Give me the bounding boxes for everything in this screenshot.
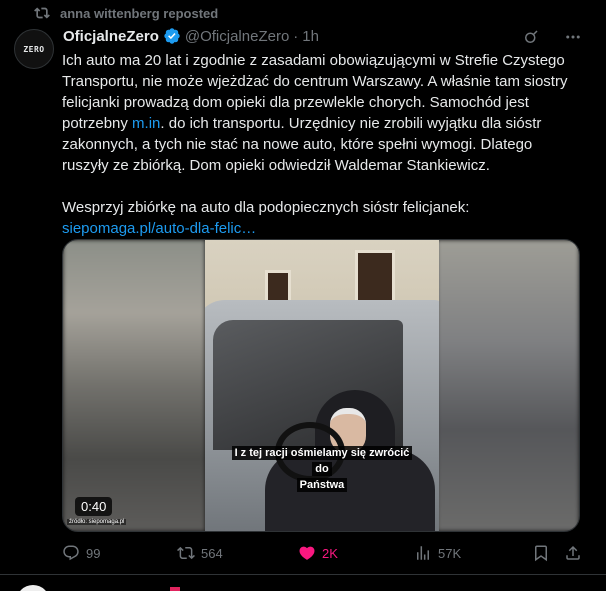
reply-icon (63, 545, 79, 561)
like-button[interactable]: 2K (298, 542, 338, 564)
tweet-header: OficjalneZero @OficjalneZero · 1h (63, 27, 319, 45)
video-blur-right (437, 240, 579, 531)
video-source-label: źródło: siepomaga.pl (67, 519, 127, 525)
more-options-icon[interactable] (564, 28, 582, 46)
views-button[interactable]: 57K (414, 542, 461, 564)
reply-count: 99 (86, 545, 101, 561)
verified-badge-icon[interactable] (163, 27, 181, 45)
repost-text: anna wittenberg reposted (60, 5, 219, 21)
next-tweet-peek (0, 575, 606, 591)
video-duration: 0:40 (75, 497, 113, 516)
reply-button[interactable]: 99 (62, 542, 100, 564)
author-display-name[interactable]: OficjalneZero (63, 28, 159, 45)
tweet-text: Ich auto ma 20 lat i zgodnie z zasadami … (62, 50, 582, 239)
share-button[interactable] (564, 542, 582, 564)
author-avatar[interactable]: ZERO (14, 29, 54, 69)
repost-action-icon (177, 546, 195, 560)
video-blur-left (63, 240, 205, 531)
subtitle-line-2: Państwa (296, 478, 348, 492)
repost-icon (34, 7, 50, 19)
bookmark-button[interactable] (532, 542, 550, 564)
views-count: 57K (438, 545, 462, 561)
repost-button[interactable]: 564 (177, 542, 223, 564)
donation-link[interactable]: siepomaga.pl/auto-dla-felic… (62, 220, 256, 237)
video-player[interactable]: I z tej racji ośmielamy się zwrócić do P… (62, 239, 580, 532)
tweet-actions: 99 564 2K 57K (62, 542, 582, 564)
next-tweet-icon (170, 587, 180, 591)
like-count: 2K (322, 545, 338, 561)
avatar-logo-text: ZERO (23, 44, 45, 54)
repost-indicator[interactable]: anna wittenberg reposted (34, 4, 218, 22)
next-tweet-avatar[interactable] (16, 585, 50, 591)
repost-count: 564 (201, 545, 223, 561)
tweet-text-part-3: Wesprzyj zbiórkę na auto dla podopieczny… (62, 199, 470, 216)
bookmark-icon (535, 545, 547, 562)
header-separator: · (293, 27, 299, 45)
inline-link-min[interactable]: m.in (132, 115, 160, 132)
tweet-paragraph-2: Wesprzyj zbiórkę na auto dla podopieczny… (62, 197, 582, 239)
tweet-paragraph-1: Ich auto ma 20 lat i zgodnie z zasadami … (62, 50, 582, 176)
heart-filled-icon (299, 546, 315, 560)
header-actions (522, 28, 582, 46)
video-subtitle: I z tej racji ośmielamy się zwrócić do P… (229, 445, 415, 493)
tweet-timestamp[interactable]: 1h (302, 28, 319, 45)
author-handle[interactable]: @OficjalneZero (185, 28, 289, 45)
grok-icon[interactable] (522, 28, 540, 46)
analytics-icon (417, 546, 429, 560)
share-icon (566, 545, 580, 560)
subtitle-line-1: I z tej racji ośmielamy się zwrócić do (231, 446, 413, 476)
